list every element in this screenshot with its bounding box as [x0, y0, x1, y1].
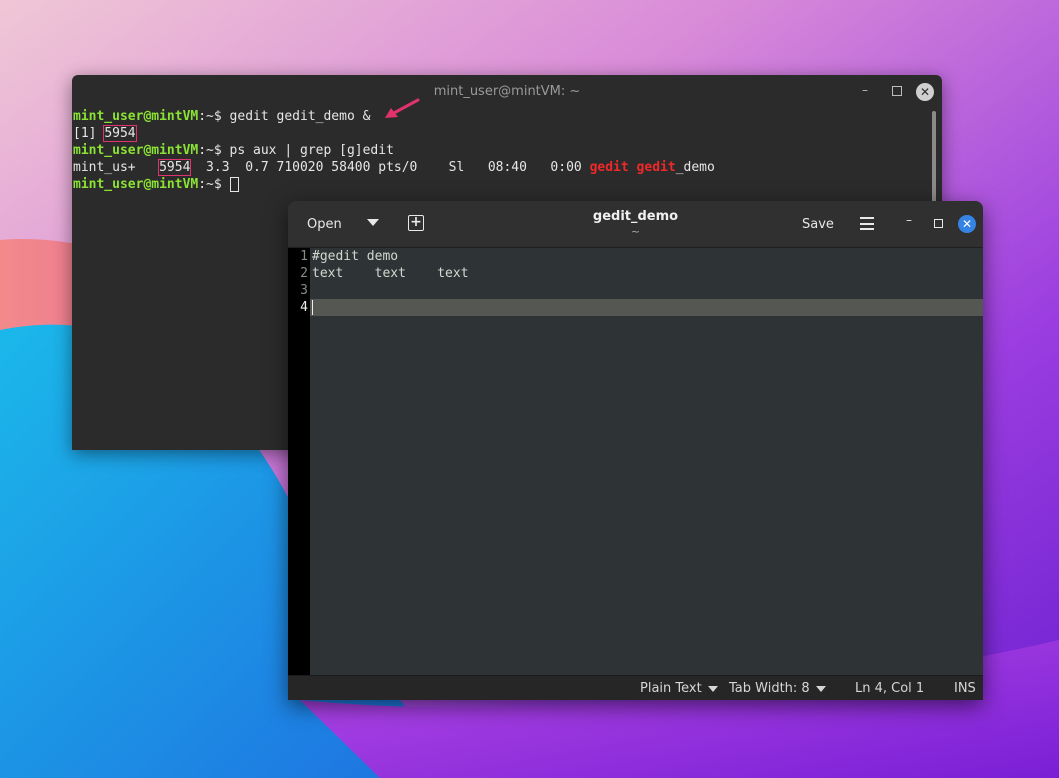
chevron-down-icon: [707, 685, 718, 692]
terminal-line: mint_user@mintVM:~$: [73, 176, 928, 193]
grep-match: gedit: [589, 160, 629, 175]
highlighted-pid: 5954: [103, 125, 137, 142]
job-number: [1]: [73, 126, 105, 141]
text-line[interactable]: #gedit demo: [310, 248, 983, 265]
gedit-headerbar[interactable]: Open + gedit_demo ~ Save – ✕: [288, 201, 983, 248]
tab-width-selector[interactable]: Tab Width: 8: [729, 681, 826, 696]
minimize-icon[interactable]: –: [906, 213, 912, 227]
prompt-path: :~$: [198, 143, 230, 158]
document-title: gedit_demo: [592, 209, 679, 224]
line-number-gutter: 1 2 3 4: [288, 248, 310, 676]
insert-mode: INS: [954, 681, 976, 696]
minimize-icon[interactable]: –: [862, 84, 868, 96]
document-path: ~: [630, 225, 641, 238]
prompt-path: :~$: [198, 177, 230, 192]
line-number: 3: [300, 283, 308, 298]
grep-match: gedit: [636, 160, 676, 175]
highlighted-pid: 5954: [158, 159, 192, 176]
language-label: Plain Text: [640, 681, 702, 696]
terminal-output[interactable]: mint_user@mintVM:~$ gedit gedit_demo & […: [73, 108, 928, 193]
cursor-position[interactable]: Ln 4, Col 1: [855, 681, 924, 696]
prompt-user: mint_user@mintVM: [73, 109, 199, 124]
close-icon[interactable]: ✕: [916, 83, 934, 101]
command-text: gedit gedit_demo &: [229, 109, 371, 124]
process-stats: 3.3 0.7 710020 58400 pts/0 Sl 08:40 0:00: [190, 160, 590, 175]
maximize-icon[interactable]: [892, 86, 902, 96]
line-number: 1: [300, 249, 308, 264]
close-icon[interactable]: ✕: [958, 215, 976, 233]
prompt-path: :~$: [198, 109, 230, 124]
text-content[interactable]: #gedit demo text text text: [310, 248, 983, 676]
text-line[interactable]: text text text: [310, 265, 983, 282]
command-text: ps aux | grep [g]edit: [229, 143, 394, 158]
prompt-user: mint_user@mintVM: [73, 143, 199, 158]
save-button[interactable]: Save: [802, 217, 834, 232]
text-caret: [312, 300, 313, 315]
terminal-line: mint_user@mintVM:~$ gedit gedit_demo &: [73, 108, 928, 125]
line-number: 4: [300, 300, 308, 315]
tab-width-label: Tab Width: 8: [729, 681, 810, 696]
terminal-line: [1] 5954: [73, 125, 928, 142]
chevron-down-icon: [815, 685, 826, 692]
line-number: 2: [300, 266, 308, 281]
process-args: _demo: [675, 160, 715, 175]
prompt-user: mint_user@mintVM: [73, 177, 199, 192]
separator: [629, 160, 637, 175]
terminal-line: mint_us+ 5954 3.3 0.7 710020 58400 pts/0…: [73, 159, 928, 176]
terminal-cursor: [229, 177, 239, 192]
language-selector[interactable]: Plain Text: [640, 681, 718, 696]
terminal-title: mint_user@mintVM: ~: [433, 84, 581, 99]
gedit-window[interactable]: Open + gedit_demo ~ Save – ✕ 1 2 3 4 #ge…: [288, 201, 983, 700]
status-bar: Plain Text Tab Width: 8 Ln 4, Col 1 INS: [288, 675, 983, 700]
terminal-titlebar[interactable]: mint_user@mintVM: ~ – ✕: [72, 75, 942, 107]
terminal-line: mint_user@mintVM:~$ ps aux | grep [g]edi…: [73, 142, 928, 159]
maximize-icon[interactable]: [934, 219, 943, 228]
current-line[interactable]: [310, 299, 983, 316]
terminal-scrollbar[interactable]: [932, 111, 936, 203]
editor-area[interactable]: 1 2 3 4 #gedit demo text text text: [288, 248, 983, 676]
text-line[interactable]: [310, 282, 983, 299]
process-user: mint_us+: [73, 160, 160, 175]
hamburger-menu-icon[interactable]: [860, 217, 874, 234]
